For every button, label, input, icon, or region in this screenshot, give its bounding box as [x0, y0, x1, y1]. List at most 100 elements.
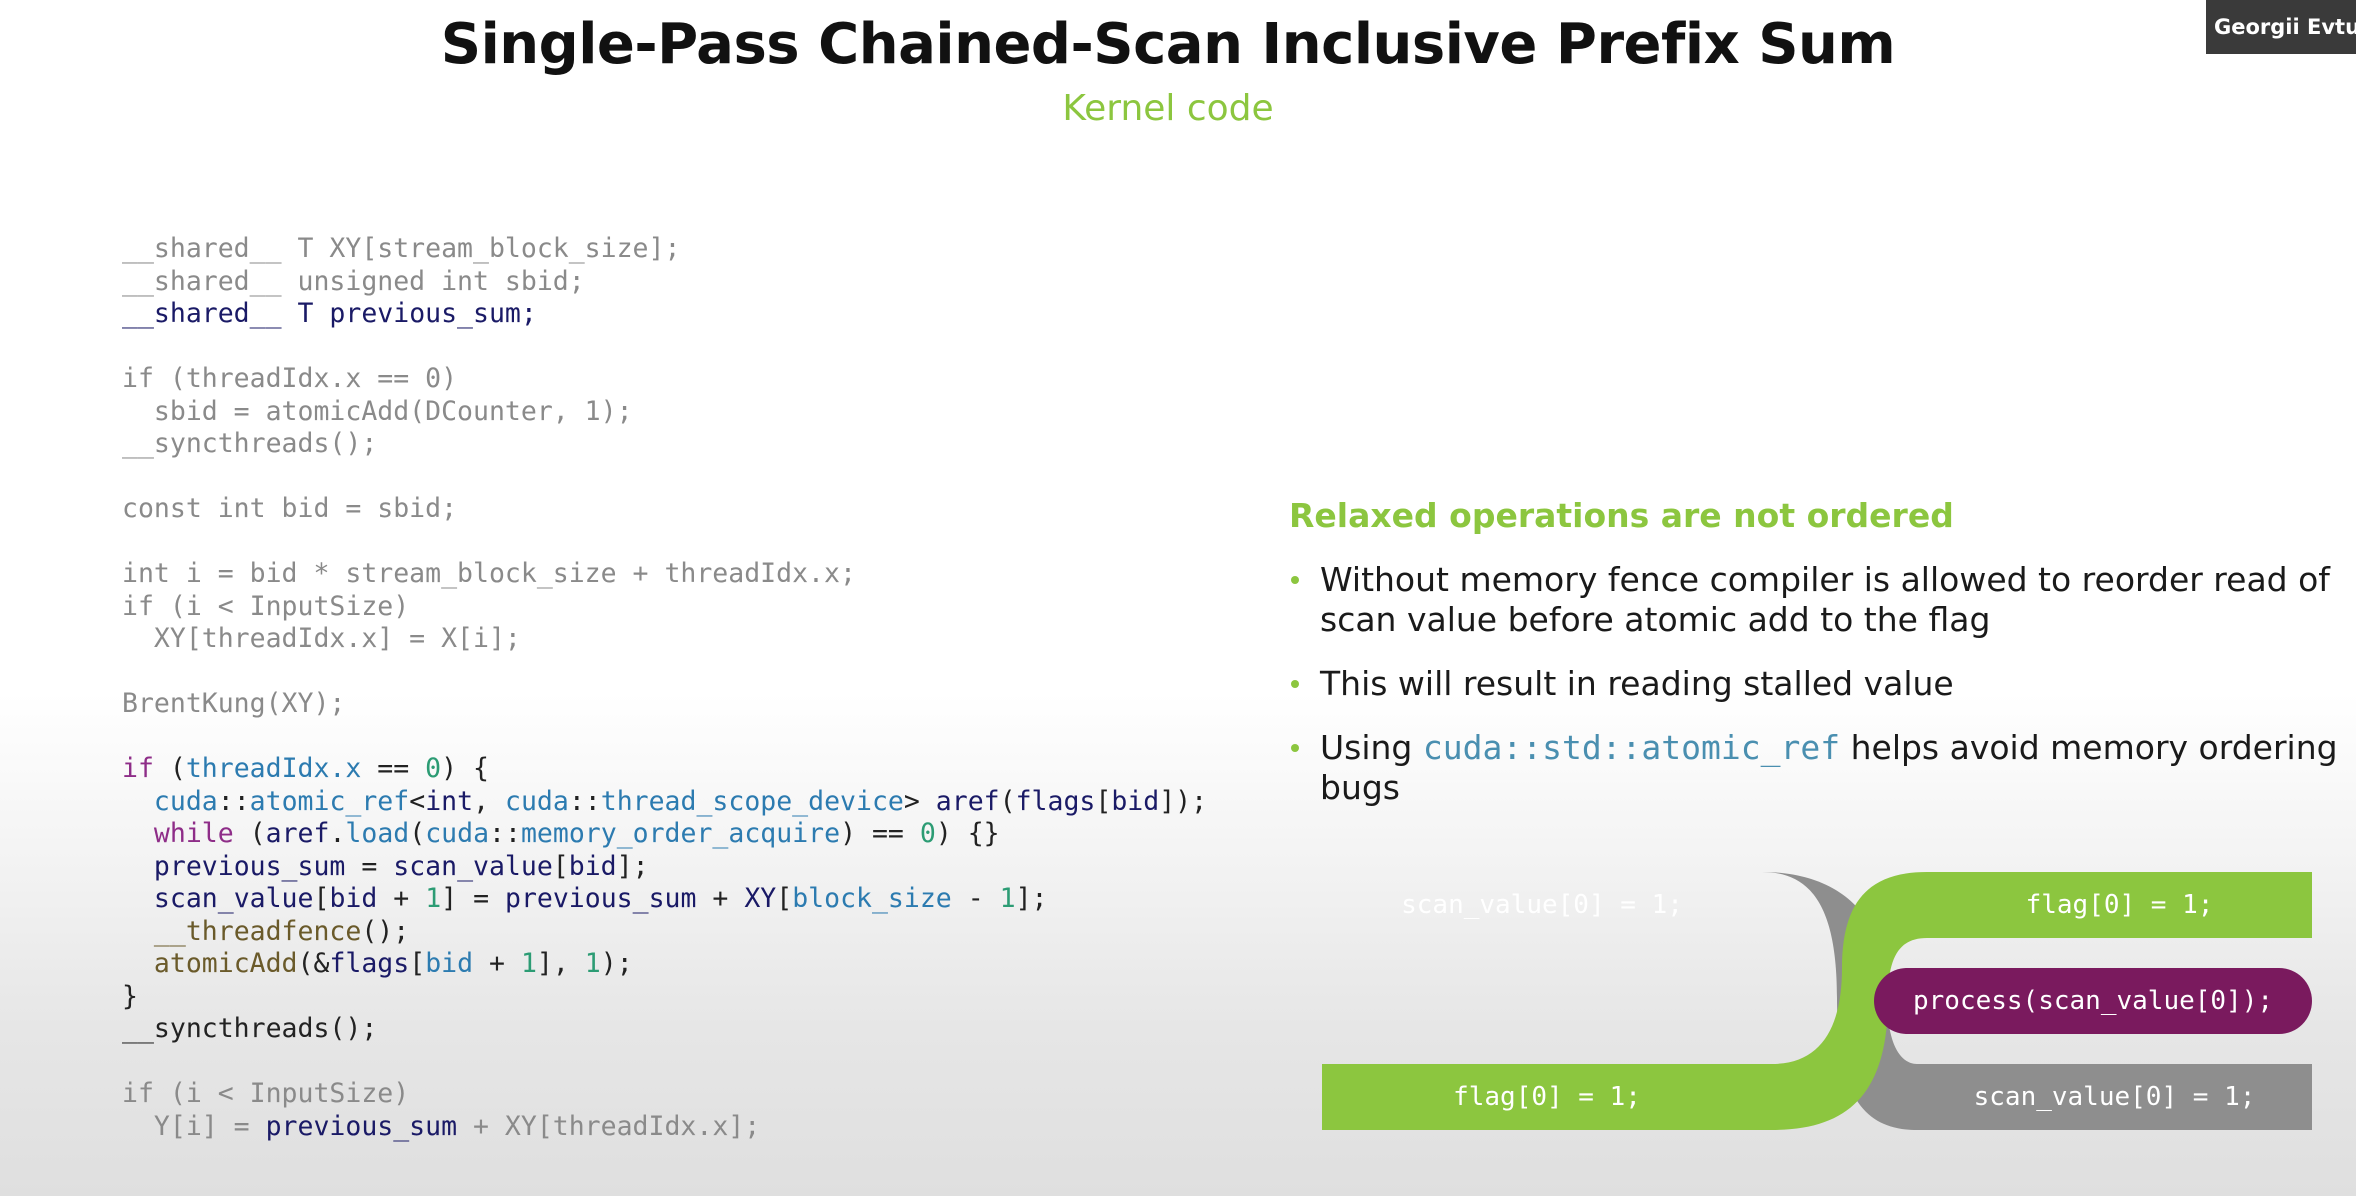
bullet-text: This will result in reading stalled valu…: [1320, 664, 1954, 703]
callout-bullet: Without memory fence compiler is allowed…: [1289, 560, 2339, 640]
bullet-dot-icon: [1291, 680, 1299, 688]
reorder-diagram: scan_value[0] = 1; flag[0] = 1; process(…: [1322, 868, 2312, 1133]
code-token: [: [313, 883, 330, 914]
label-scan-value-bottom: scan_value[0] = 1;: [1973, 1082, 2256, 1112]
code-line: __threadfence();: [122, 916, 1207, 949]
code-token: if (i < InputSize): [122, 1078, 410, 1109]
code-token: 1: [999, 883, 1016, 914]
code-token: Y[i] =: [122, 1110, 266, 1142]
label-scan-value-top: scan_value[0] = 1;: [1401, 890, 1683, 920]
code-line: XY[threadIdx.x] = X[i];: [122, 623, 1207, 656]
code-token: __threadfence: [153, 915, 362, 947]
code-token: bid: [425, 948, 474, 979]
code-token: scan_value: [393, 850, 553, 882]
code-token: 0: [919, 818, 936, 849]
code-line: __syncthreads();: [122, 1013, 1207, 1046]
code-token: (: [999, 785, 1016, 817]
code-token: ;: [520, 298, 537, 329]
code-token: cuda: [504, 785, 569, 817]
code-token: 0: [425, 753, 442, 784]
code-token: __shared__ T: [122, 298, 330, 329]
code-token: flags: [329, 948, 410, 979]
code-token: +: [473, 948, 521, 979]
code-token: >: [903, 785, 936, 817]
code-token: memory_order_acquire: [520, 818, 841, 849]
code-line: __shared__ T previous_sum;: [122, 298, 1207, 331]
code-token: ();: [361, 915, 410, 947]
code-token: previous_sum: [153, 850, 346, 882]
code-token: while: [153, 818, 234, 849]
code-token: previous_sum: [329, 298, 521, 329]
code-token: __shared__ unsigned int sbid;: [122, 265, 585, 297]
code-token: sbid = atomicAdd(DCounter, 1);: [122, 395, 633, 427]
code-token: threadIdx.x: [185, 753, 362, 784]
code-token: (: [233, 818, 266, 849]
code-token: ) ==: [840, 818, 920, 849]
code-token: const int bid = sbid;: [122, 493, 458, 524]
code-token: load: [345, 818, 410, 849]
code-line: cuda::atomic_ref<int, cuda::thread_scope…: [122, 786, 1207, 819]
code-token: 1: [520, 948, 537, 979]
slide: Single-Pass Chained-Scan Inclusive Prefi…: [0, 0, 2356, 1196]
code-token: atomic_ref: [249, 785, 410, 817]
code-token: __syncthreads();: [122, 428, 378, 459]
code-token: __shared__ T XY[stream_block_size];: [122, 233, 681, 264]
code-token: if: [122, 753, 154, 784]
code-token: .: [329, 818, 346, 849]
code-token: flags: [1015, 785, 1096, 817]
code-token: aref: [935, 785, 1000, 817]
bullet-text: Using: [1320, 728, 1423, 767]
callout-heading: Relaxed operations are not ordered: [1289, 496, 1954, 535]
code-line: BrentKung(XY);: [122, 688, 1207, 721]
code-line: while (aref.load(cuda::memory_order_acqu…: [122, 818, 1207, 851]
slide-subtitle: Kernel code: [1062, 88, 1274, 129]
code-token: ];: [616, 850, 649, 882]
code-token: [: [552, 850, 569, 882]
code-token: ::: [568, 785, 601, 817]
code-token: BrentKung(XY);: [122, 688, 346, 719]
code-token: +: [377, 883, 426, 914]
code-token: (: [409, 818, 426, 849]
code-token: [: [1095, 785, 1112, 817]
code-token: ::: [217, 785, 250, 817]
slide-title: Single-Pass Chained-Scan Inclusive Prefi…: [440, 12, 1896, 77]
code-token: =: [345, 850, 394, 882]
code-token: }: [122, 980, 138, 1012]
speaker-name: Georgii Evtush: [2214, 15, 2356, 39]
code-token: aref: [265, 818, 330, 849]
code-line: int i = bid * stream_block_size + thread…: [122, 558, 1207, 591]
code-token: int: [425, 785, 474, 817]
code-token: if (i < InputSize): [122, 590, 410, 622]
code-line: if (threadIdx.x == 0): [122, 363, 1207, 396]
bullet-dot-icon: [1291, 744, 1299, 752]
code-token: XY: [744, 883, 777, 914]
code-token: );: [600, 948, 633, 979]
code-token: ) {: [441, 753, 490, 784]
code-line: __shared__ T XY[stream_block_size];: [122, 233, 1207, 266]
callout-bullet: Using cuda::std::atomic_ref helps avoid …: [1289, 728, 2339, 808]
code-line: sbid = atomicAdd(DCounter, 1);: [122, 396, 1207, 429]
code-token: 1: [584, 948, 601, 979]
code-line: scan_value[bid + 1] = previous_sum + XY[…: [122, 883, 1207, 916]
code-token: __syncthreads();: [122, 1013, 378, 1044]
callout-bullet-list: Without memory fence compiler is allowed…: [1289, 560, 2339, 832]
code-token: ];: [1015, 883, 1048, 914]
code-token: ],: [536, 948, 585, 979]
code-line: Y[i] = previous_sum + XY[threadIdx.x];: [122, 1111, 1207, 1144]
code-line: previous_sum = scan_value[bid];: [122, 851, 1207, 884]
code-token: ] =: [441, 883, 505, 914]
code-token: [: [409, 948, 426, 979]
speaker-video-tile[interactable]: Georgii Evtush: [2206, 0, 2356, 54]
code-token: + XY[threadIdx.x];: [457, 1110, 761, 1142]
code-token: <: [409, 785, 426, 817]
code-token: -: [951, 883, 1000, 914]
code-line: if (threadIdx.x == 0) {: [122, 753, 1207, 786]
code-token: cuda: [425, 818, 490, 849]
code-token: [: [776, 883, 793, 914]
